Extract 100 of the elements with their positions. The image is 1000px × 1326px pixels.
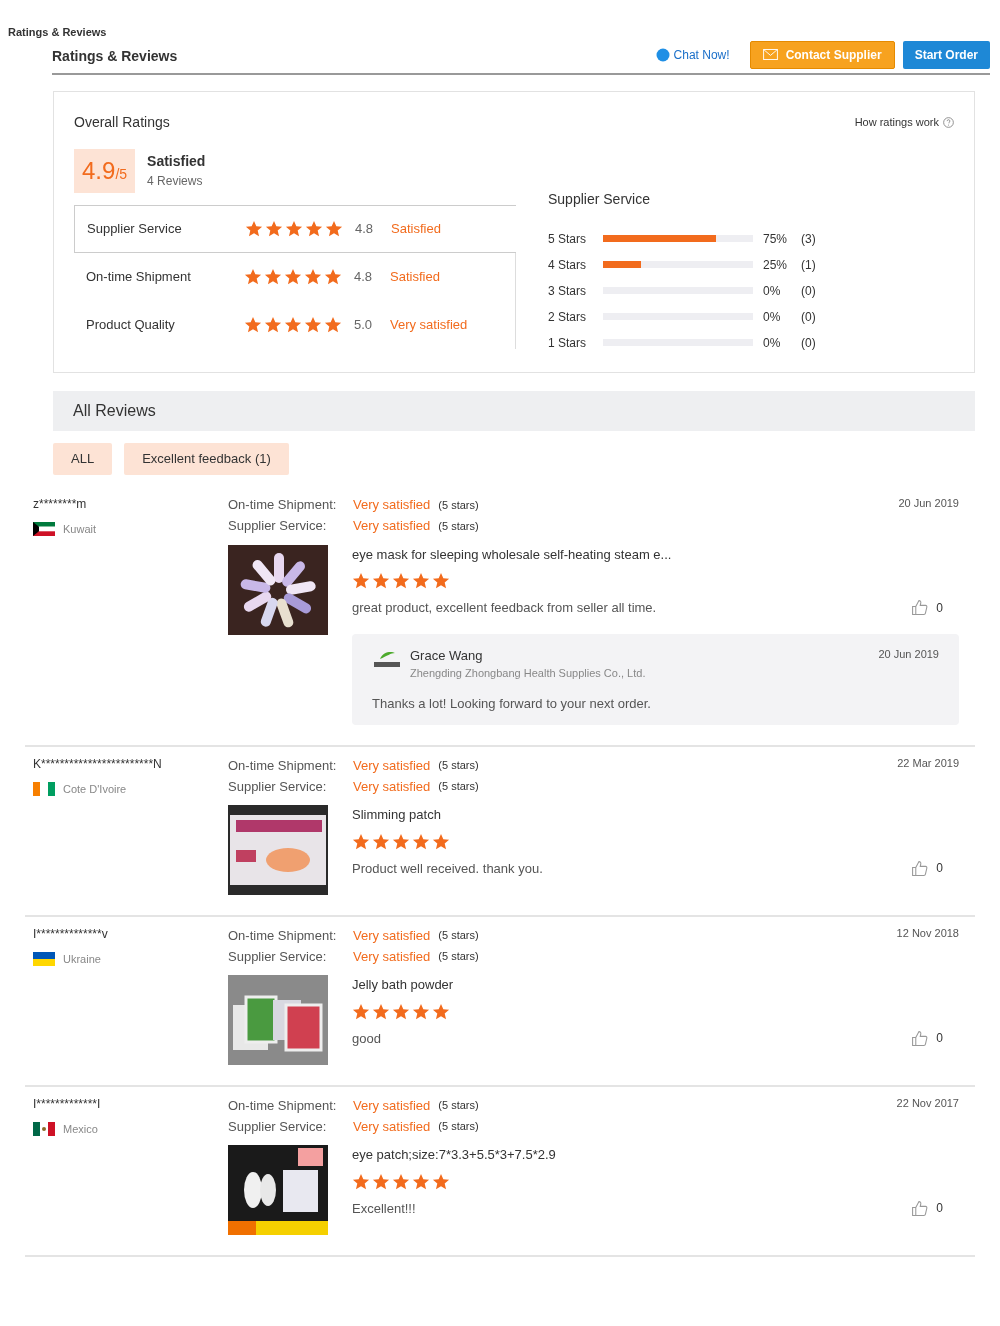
rating-verdict: Very satisfied — [353, 756, 431, 775]
star-icon — [324, 315, 342, 334]
reviewer-name: I**************v — [33, 926, 109, 943]
star-icon — [412, 1172, 430, 1191]
mail-icon — [762, 49, 778, 60]
star-icon — [372, 572, 390, 590]
card-title: Overall Ratings — [74, 112, 170, 132]
rating-verdict: Very satisfied — [353, 947, 431, 966]
country-name: Ukraine — [63, 952, 101, 967]
rating-summary: Satisfied — [147, 152, 206, 171]
percent-text: 0% — [763, 334, 782, 352]
reviewer-name: K************************N — [33, 756, 163, 773]
star-icon — [245, 219, 263, 238]
star-icon — [264, 315, 282, 334]
rating-category-row[interactable]: Supplier Service 4.8 Satisfied — [74, 204, 516, 253]
product-title: Jelly bath powder — [352, 976, 455, 994]
histogram-title: Supplier Service — [548, 189, 651, 209]
star-level-label: 1 Stars — [548, 334, 587, 352]
like-count: 0 — [936, 599, 943, 617]
review-comment: great product, excellent feedback from seller all time. — [352, 599, 657, 617]
count-text: (3) — [801, 230, 816, 248]
filter-chip[interactable]: Excellent feedback (1) — [124, 442, 289, 475]
percent-text: 25% — [763, 256, 789, 274]
star-icon — [264, 267, 282, 286]
rating-label: Supplier Service: — [228, 517, 328, 536]
all-reviews-title: All Reviews — [73, 400, 156, 421]
star-icon — [305, 219, 323, 238]
review-count: 4 Reviews — [147, 173, 204, 190]
rating-verdict: Very satisfied — [353, 777, 431, 796]
rating-label: On-time Shipment: — [228, 496, 338, 515]
star-icon — [432, 572, 450, 590]
how-ratings-link[interactable]: How ratings work — [854, 111, 954, 133]
star-icon — [392, 572, 410, 590]
rating-verdict: Very satisfied — [353, 926, 431, 945]
star-level-label: 5 Stars — [548, 230, 587, 248]
star-icon — [412, 832, 430, 851]
review-date: 22 Mar 2019 — [897, 756, 960, 771]
rating-note: (5 stars) — [438, 949, 479, 965]
star-icon — [352, 572, 370, 590]
review-date: 20 Jun 2019 — [898, 495, 960, 511]
star-icon — [412, 1002, 430, 1021]
start-order-button[interactable]: Start Order — [902, 40, 990, 69]
reply-text: Thanks a lot! Looking forward to your next order. — [372, 694, 652, 713]
flag-icon — [33, 521, 55, 536]
country-name: Cote D'Ivoire — [63, 782, 127, 797]
rating-label: On-time Shipment: — [228, 926, 338, 945]
thumbs-up-icon[interactable] — [911, 1029, 929, 1047]
star-icon — [285, 219, 303, 238]
star-icon — [244, 267, 262, 286]
flag-icon — [33, 952, 55, 967]
rating-note: (5 stars) — [438, 758, 479, 774]
star-icon — [392, 832, 410, 851]
section-title: Ratings & Reviews — [52, 46, 178, 66]
review-comment: Excellent!!! — [352, 1199, 416, 1218]
country-name: Kuwait — [63, 521, 97, 537]
star-icon — [244, 315, 262, 334]
rating-label: Supplier Service: — [228, 1117, 328, 1136]
thumbs-up-icon[interactable] — [911, 859, 929, 877]
flag-icon — [33, 782, 55, 797]
review-date: 22 Nov 2017 — [896, 1096, 960, 1111]
reviewer-name: z********m — [33, 495, 88, 513]
reply-date: 20 Jun 2019 — [878, 646, 939, 662]
rating-label: Supplier Service: — [228, 777, 328, 796]
breadcrumb: Ratings & Reviews — [7, 25, 108, 40]
product-title: Slimming patch — [352, 806, 442, 824]
rating-verdict: Very satisfied — [353, 517, 431, 536]
count-text: (0) — [801, 334, 816, 352]
star-icon — [372, 1002, 390, 1021]
rating-category-row[interactable]: Product Quality 5.0 Very satisfied — [74, 300, 515, 349]
like-count: 0 — [936, 1200, 943, 1218]
like-count: 0 — [936, 860, 943, 878]
rating-verdict: Very satisfied — [353, 496, 431, 515]
rating-label: On-time Shipment: — [228, 756, 338, 775]
filter-chip[interactable]: ALL — [53, 442, 113, 475]
star-level-label: 2 Stars — [548, 308, 587, 326]
percent-text: 75% — [763, 230, 789, 248]
thumbs-up-icon[interactable] — [911, 1199, 929, 1217]
star-icon — [325, 219, 343, 238]
rating-note: (5 stars) — [438, 1119, 479, 1135]
thumbs-up-icon[interactable] — [911, 599, 929, 617]
chat-link[interactable]: Chat Now! — [655, 45, 730, 64]
count-text: (1) — [801, 256, 816, 274]
rating-note: (5 stars) — [438, 518, 479, 534]
reply-company: Zhengding Zhongbang Health Supplies Co., Ltd. — [410, 666, 646, 681]
star-icon — [372, 832, 390, 851]
rating-note: (5 stars) — [438, 928, 479, 944]
rating-label: On-time Shipment: — [228, 1096, 338, 1115]
company-logo-icon — [372, 649, 402, 670]
star-icon — [392, 1002, 410, 1021]
review-comment: Product well received. thank you. — [352, 859, 543, 878]
star-level-label: 3 Stars — [548, 282, 587, 300]
star-icon — [304, 267, 322, 286]
country-name: Mexico — [63, 1122, 98, 1137]
review-comment: good — [352, 1029, 381, 1048]
rating-category-row[interactable]: On-time Shipment 4.8 Satisfied — [74, 252, 515, 301]
star-icon — [352, 1002, 370, 1021]
count-text: (0) — [801, 308, 816, 326]
count-text: (0) — [801, 282, 816, 300]
star-icon — [352, 1172, 370, 1191]
star-icon — [284, 315, 302, 334]
